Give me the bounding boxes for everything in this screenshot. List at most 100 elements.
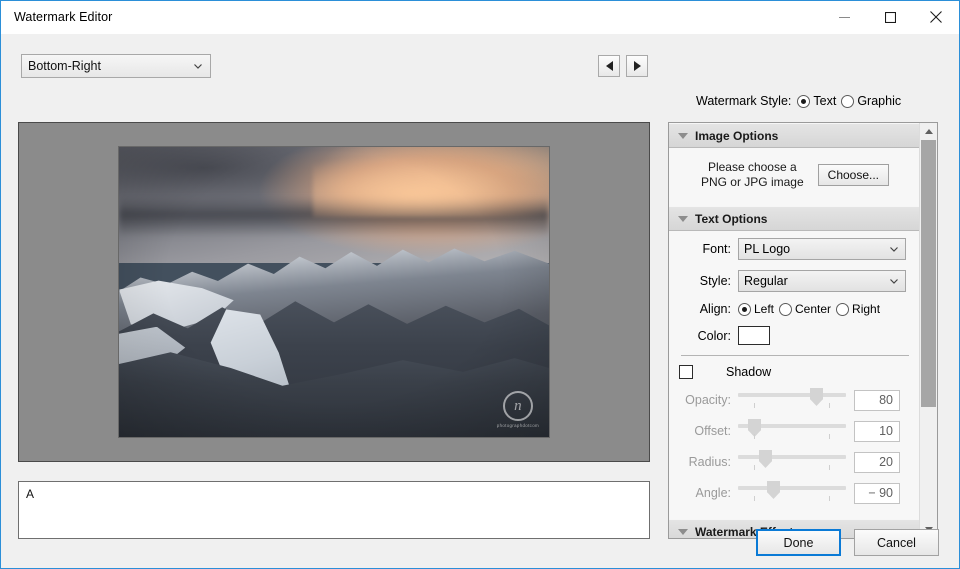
minimize-button[interactable] bbox=[821, 1, 867, 33]
dialog-footer: Done Cancel bbox=[756, 529, 939, 556]
scroll-up-button[interactable] bbox=[920, 123, 937, 140]
preview-navigation bbox=[598, 55, 648, 77]
shadow-opacity-label: Opacity: bbox=[685, 393, 731, 407]
watermark-overlay: n photographdotcom bbox=[497, 391, 539, 428]
style-label: Style: bbox=[699, 274, 731, 288]
watermark-position-select[interactable]: Bottom-Right bbox=[21, 54, 211, 78]
shadow-radius-label: Radius: bbox=[688, 455, 731, 469]
radio-align-center-label: Center bbox=[795, 302, 832, 316]
triangle-left-icon bbox=[605, 61, 613, 71]
slider-ticks bbox=[738, 465, 846, 471]
section-title-text-options: Text Options bbox=[695, 211, 768, 226]
section-header-image-options[interactable]: Image Options bbox=[669, 123, 921, 148]
shadow-toggle-row: Shadow bbox=[679, 365, 921, 379]
radio-mark-icon bbox=[738, 302, 751, 316]
watermark-style-row: Watermark Style: Text Graphic bbox=[696, 94, 906, 108]
shadow-angle-row: Angle: − 90 bbox=[669, 481, 921, 505]
font-label: Font: bbox=[702, 242, 732, 256]
shadow-angle-label: Angle: bbox=[695, 486, 731, 500]
color-label: Color: bbox=[697, 328, 731, 343]
shadow-opacity-slider[interactable] bbox=[738, 388, 846, 412]
style-row-text: Style: Regular bbox=[669, 270, 921, 292]
align-options: Left Center Right bbox=[738, 302, 885, 316]
chevron-down-icon bbox=[890, 247, 898, 252]
caret-down-icon bbox=[678, 132, 688, 139]
image-chooser-message: Please choose a PNG or JPG image bbox=[701, 160, 804, 190]
maximize-button[interactable] bbox=[867, 1, 913, 33]
chevron-down-icon bbox=[194, 64, 202, 69]
style-value: Regular bbox=[744, 274, 788, 288]
choose-image-button[interactable]: Choose... bbox=[817, 164, 890, 186]
image-chooser-row: Please choose a PNG or JPG image Choose.… bbox=[669, 155, 921, 199]
shadow-angle-value[interactable]: − 90 bbox=[854, 482, 900, 504]
scrollbar-thumb[interactable] bbox=[921, 140, 936, 407]
watermark-position-value: Bottom-Right bbox=[28, 59, 101, 73]
slider-ticks bbox=[738, 496, 846, 502]
shadow-offset-slider[interactable] bbox=[738, 419, 846, 443]
image-chooser-message-line1: Please choose a bbox=[707, 160, 797, 174]
radio-mark-icon bbox=[779, 302, 793, 316]
shadow-divider bbox=[681, 355, 909, 356]
caret-down-icon bbox=[678, 528, 688, 535]
color-swatch[interactable] bbox=[738, 326, 770, 345]
shadow-offset-row: Offset: 10 bbox=[669, 419, 921, 443]
radio-align-right-label: Right bbox=[852, 302, 881, 316]
radio-style-text-label: Text bbox=[813, 94, 837, 108]
watermark-style-label: Watermark Style: bbox=[696, 94, 792, 108]
title-bar: Watermark Editor bbox=[1, 1, 959, 34]
maximize-icon bbox=[884, 11, 896, 23]
align-label: Align: bbox=[699, 302, 731, 316]
options-scroll-content: Image Options Please choose a PNG or JPG… bbox=[669, 123, 921, 538]
style-select[interactable]: Regular bbox=[738, 270, 906, 292]
radio-mark-icon bbox=[836, 302, 850, 316]
shadow-opacity-value[interactable]: 80 bbox=[854, 389, 900, 411]
radio-style-graphic[interactable]: Graphic bbox=[841, 94, 901, 108]
slider-ticks bbox=[738, 403, 846, 409]
radio-align-left-label: Left bbox=[754, 302, 775, 316]
done-button[interactable]: Done bbox=[756, 529, 841, 556]
section-body-image-options: Please choose a PNG or JPG image Choose.… bbox=[669, 148, 921, 206]
align-row: Align: Left Center Right bbox=[669, 302, 921, 316]
caret-down-icon bbox=[678, 215, 688, 222]
chevron-down-icon bbox=[890, 279, 898, 284]
section-header-text-options[interactable]: Text Options bbox=[669, 206, 921, 231]
previous-image-button[interactable] bbox=[598, 55, 620, 77]
font-select[interactable]: PL Logo bbox=[738, 238, 906, 260]
cancel-button[interactable]: Cancel bbox=[854, 529, 939, 556]
minimize-icon bbox=[838, 16, 850, 18]
slider-track bbox=[738, 455, 846, 459]
image-chooser-message-line2: PNG or JPG image bbox=[700, 175, 804, 189]
options-scrollbar[interactable] bbox=[919, 123, 937, 538]
shadow-checkbox[interactable] bbox=[679, 365, 693, 379]
photo-vignette bbox=[119, 147, 549, 437]
font-value: PL Logo bbox=[744, 242, 791, 256]
radio-align-left[interactable]: Left bbox=[738, 302, 774, 316]
shadow-radius-value[interactable]: 20 bbox=[854, 451, 900, 473]
shadow-radius-slider[interactable] bbox=[738, 450, 846, 474]
radio-mark-icon bbox=[841, 94, 855, 108]
shadow-opacity-row: Opacity: 80 bbox=[669, 388, 921, 412]
scrollbar-track[interactable] bbox=[920, 140, 937, 521]
section-body-text-options: Font: PL Logo Style: Regular Align: Left… bbox=[669, 231, 921, 519]
shadow-radius-row: Radius: 20 bbox=[669, 450, 921, 474]
color-row: Color: bbox=[669, 326, 921, 345]
preview-photo: n photographdotcom bbox=[119, 147, 549, 437]
radio-mark-icon bbox=[797, 94, 811, 108]
watermark-logo-icon: n bbox=[502, 391, 533, 421]
radio-style-graphic-label: Graphic bbox=[857, 94, 902, 108]
font-row: Font: PL Logo bbox=[669, 238, 921, 260]
shadow-offset-value[interactable]: 10 bbox=[854, 420, 900, 442]
triangle-right-icon bbox=[633, 61, 641, 71]
radio-align-center[interactable]: Center bbox=[779, 302, 831, 316]
close-button[interactable] bbox=[913, 1, 959, 33]
window-title: Watermark Editor bbox=[14, 10, 113, 24]
shadow-angle-slider[interactable] bbox=[738, 481, 846, 505]
radio-style-text[interactable]: Text bbox=[797, 94, 836, 108]
radio-align-right[interactable]: Right bbox=[836, 302, 880, 316]
preview-canvas[interactable]: n photographdotcom bbox=[18, 122, 650, 462]
watermark-text-input[interactable]: A bbox=[18, 481, 650, 539]
close-icon bbox=[930, 11, 942, 23]
next-image-button[interactable] bbox=[626, 55, 648, 77]
slider-track bbox=[738, 393, 846, 397]
slider-track bbox=[738, 486, 846, 490]
